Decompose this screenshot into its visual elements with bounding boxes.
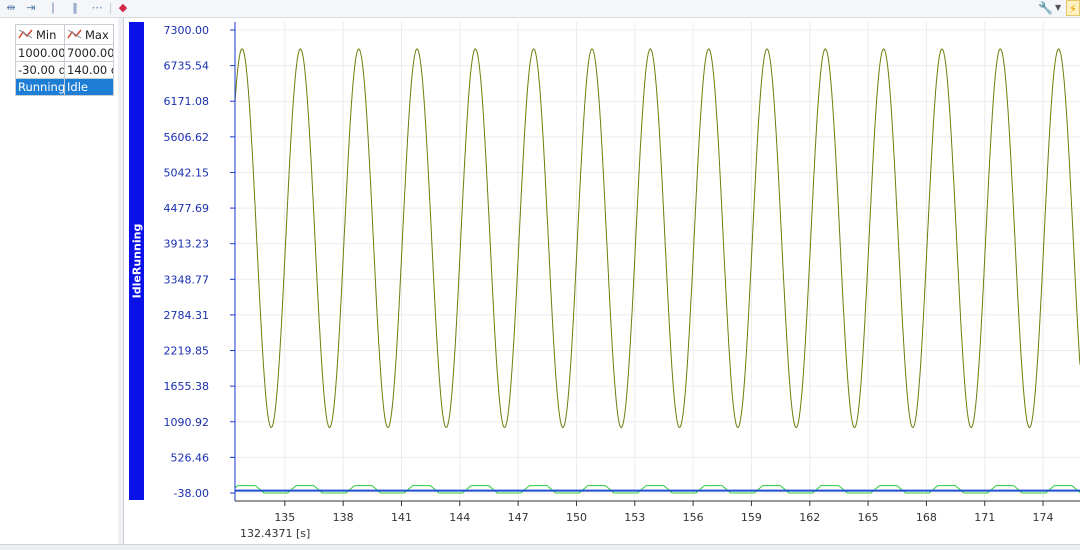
line-chart[interactable]: 7300.00 6735.54 6171.08 5606.62 5042.15 4477.…: [0, 0, 1080, 549]
x-tick-label: 141: [391, 511, 412, 524]
y-tick-label: 1655.38: [164, 380, 210, 393]
x-tick-label: 153: [624, 511, 645, 524]
x-tick-label: 135: [274, 511, 295, 524]
y-tick-label: -38.00: [174, 487, 209, 500]
y-tick-label: 4477.69: [164, 202, 210, 215]
y-tick-label: 3348.77: [164, 273, 210, 286]
y-tick-label: 2784.31: [164, 309, 210, 322]
chart-series: [234, 48, 1080, 494]
series-line: [234, 48, 1080, 429]
x-axis-ticks: 135 138 141 144 147 150 153 156 159 162 165 168 171 1…: [274, 501, 1054, 524]
x-tick-label: 174: [1033, 511, 1054, 524]
x-tick-label: 138: [333, 511, 354, 524]
y-tick-label: 5606.62: [164, 131, 210, 144]
horizontal-scrollbar[interactable]: [0, 544, 1080, 550]
y-tick-label: 6735.54: [164, 60, 210, 73]
x-tick-label: 159: [741, 511, 762, 524]
x-tick-label: 162: [799, 511, 820, 524]
y-tick-label: 7300.00: [164, 24, 210, 37]
chart-grid: [235, 22, 1080, 501]
x-tick-label: 168: [916, 511, 937, 524]
y-axis-ticks: 7300.00 6735.54 6171.08 5606.62 5042.15 4477.…: [164, 24, 235, 500]
x-tick-label: 147: [508, 511, 529, 524]
y-tick-label: 1090.92: [164, 416, 210, 429]
y-tick-label: 2219.85: [164, 345, 210, 358]
y-tick-label: 526.46: [171, 451, 210, 464]
y-tick-label: 5042.15: [164, 166, 210, 179]
y-tick-label: 6171.08: [164, 95, 210, 108]
x-tick-label: 144: [449, 511, 470, 524]
x-tick-label: 165: [858, 511, 879, 524]
x-tick-label: 171: [974, 511, 995, 524]
x-cursor-label: 132.4371 [s]: [240, 527, 310, 540]
y-tick-label: 3913.23: [164, 238, 210, 251]
x-tick-label: 150: [566, 511, 587, 524]
series-line: [234, 485, 1080, 494]
x-tick-label: 156: [683, 511, 704, 524]
